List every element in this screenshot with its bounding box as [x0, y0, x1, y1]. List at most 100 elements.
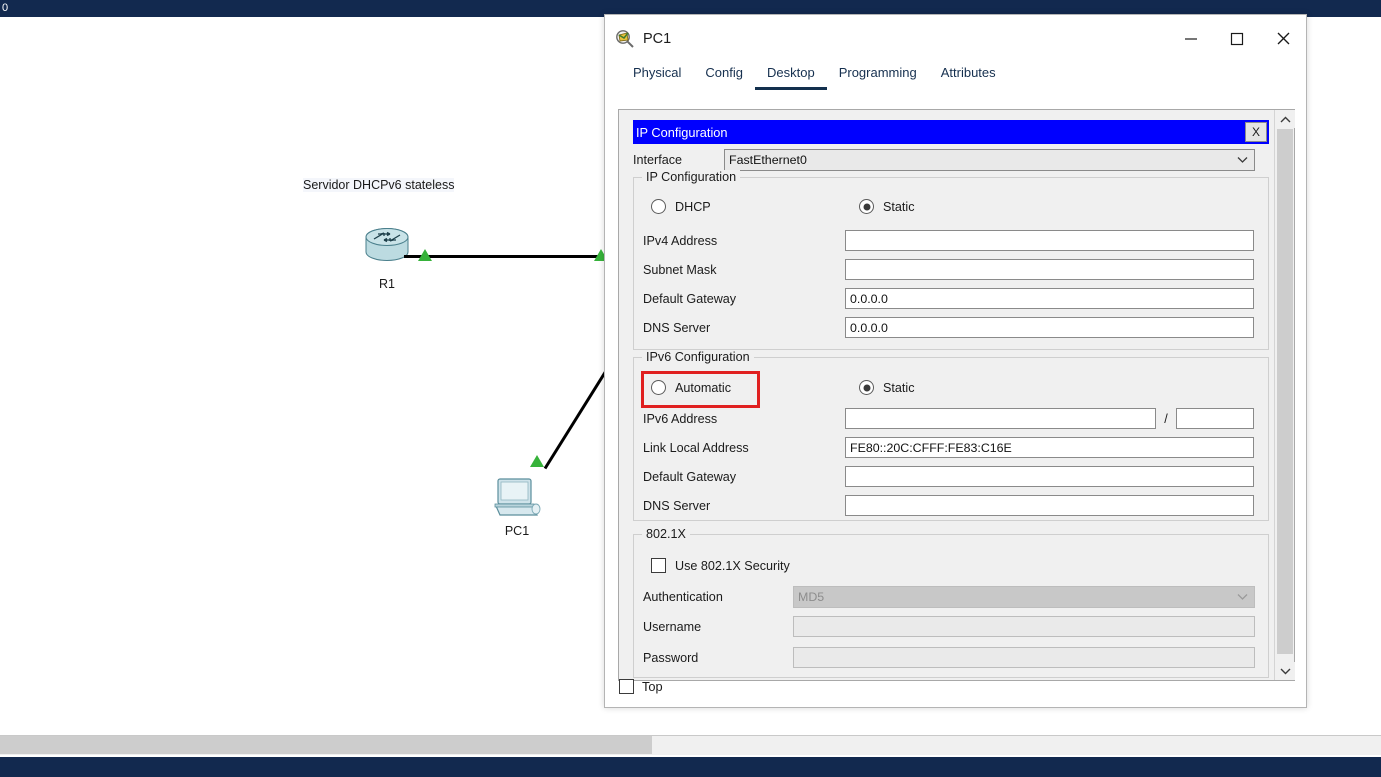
ip-configuration-header: IP Configuration X: [633, 120, 1269, 144]
tab-desktop[interactable]: Desktop: [755, 65, 827, 90]
tab-programming[interactable]: Programming: [827, 65, 929, 90]
authentication-select[interactable]: MD5: [793, 586, 1255, 608]
ip-configuration-close-button[interactable]: X: [1245, 122, 1267, 142]
interface-label: Interface: [633, 153, 683, 167]
app-vertical-scrollbar[interactable]: [1274, 110, 1295, 680]
dot1x-group-title: 802.1X: [642, 527, 690, 541]
ipv6-gateway-input[interactable]: [845, 466, 1254, 487]
pc-icon[interactable]: [494, 477, 542, 522]
ip-configuration-header-title: IP Configuration: [636, 124, 728, 140]
subnet-mask-row: Subnet Mask: [643, 259, 1254, 280]
ipv4-dhcp-radio-control[interactable]: [651, 199, 666, 214]
ipv4-static-label: Static: [883, 199, 915, 214]
ipv4-dhcp-radio[interactable]: DHCP: [651, 199, 711, 214]
authentication-row: Authentication MD5: [643, 586, 1255, 608]
screen: 0 Servidor DHCPv6 stateless R1 PC1 PC1 P…: [0, 0, 1381, 777]
ipv6-address-row: IPv6 Address /: [643, 408, 1254, 429]
device-window[interactable]: PC1 Physical Config Desktop Programming …: [604, 14, 1307, 708]
tab-config[interactable]: Config: [693, 65, 755, 90]
username-label: Username: [643, 619, 702, 634]
close-button[interactable]: [1260, 15, 1306, 62]
app-vertical-scrollbar-thumb[interactable]: [1277, 129, 1293, 654]
use-dot1x-security-checkbox-control[interactable]: [651, 558, 666, 573]
chevron-up-icon: [1280, 116, 1290, 122]
tab-physical[interactable]: Physical: [621, 65, 693, 90]
top-checkbox-label: Top: [642, 679, 663, 694]
ipv4-gateway-label: Default Gateway: [643, 291, 737, 306]
ipv6-dns-label: DNS Server: [643, 498, 711, 513]
canvas-horizontal-scrollbar-thumb[interactable]: [0, 736, 652, 754]
router-icon[interactable]: [364, 226, 410, 266]
ipv4-static-radio[interactable]: Static: [859, 199, 915, 214]
link-status-indicator-pc1: [530, 455, 544, 467]
username-input[interactable]: [793, 616, 1255, 637]
maximize-button[interactable]: [1214, 15, 1260, 62]
username-row: Username: [643, 616, 1255, 637]
link-local-address-row: Link Local Address FE80::20C:CFFF:FE83:C…: [643, 437, 1254, 458]
scroll-up-button[interactable]: [1275, 110, 1295, 128]
chevron-down-icon: [1280, 668, 1290, 674]
device-label-r1: R1: [379, 277, 395, 291]
window-controls: [1168, 15, 1306, 62]
ipv4-dns-row: DNS Server 0.0.0.0: [643, 317, 1254, 338]
subnet-mask-label: Subnet Mask: [643, 262, 717, 277]
topology-annotation-label: Servidor DHCPv6 stateless: [303, 178, 455, 192]
link-status-indicator-r1: [418, 249, 432, 261]
ipv4-group-title: IP Configuration: [642, 170, 741, 184]
ipv6-group-title: IPv6 Configuration: [642, 350, 754, 364]
ipv6-static-radio-control[interactable]: [859, 380, 874, 395]
device-label-pc1: PC1: [504, 524, 530, 538]
desktop-top-bar-text: 0: [2, 2, 9, 14]
ipv4-address-label: IPv4 Address: [643, 233, 718, 248]
ipv4-gateway-row: Default Gateway 0.0.0.0: [643, 288, 1254, 309]
inspect-magnifier-icon: [616, 29, 634, 48]
link-local-address-input[interactable]: FE80::20C:CFFF:FE83:C16E: [845, 437, 1254, 458]
ipv6-static-radio[interactable]: Static: [859, 380, 915, 395]
ipv6-gateway-label: Default Gateway: [643, 469, 737, 484]
window-title-bar[interactable]: PC1: [605, 15, 1306, 62]
ipv6-prefix-input[interactable]: [1176, 408, 1254, 429]
password-row: Password: [643, 647, 1255, 668]
ip-configuration-app: IP Configuration X Interface FastEtherne…: [619, 110, 1275, 680]
password-input[interactable]: [793, 647, 1255, 668]
interface-row: Interface FastEthernet0: [633, 149, 1255, 171]
ipv6-automatic-label: Automatic: [675, 380, 731, 395]
ipv6-dns-row: DNS Server: [643, 495, 1254, 516]
link-r1-to-edge[interactable]: [404, 255, 612, 258]
top-checkbox-control[interactable]: [619, 679, 634, 694]
window-title-text: PC1: [643, 30, 672, 47]
ipv6-automatic-radio[interactable]: Automatic: [651, 380, 731, 395]
ipv6-gateway-row: Default Gateway: [643, 466, 1254, 487]
ipv4-dhcp-label: DHCP: [675, 199, 711, 214]
minimize-button[interactable]: [1168, 15, 1214, 62]
ipv6-prefix-separator: /: [1164, 411, 1168, 426]
top-checkbox[interactable]: Top: [619, 679, 663, 694]
close-icon: [1277, 32, 1289, 45]
scroll-down-button[interactable]: [1275, 662, 1295, 680]
ipv4-address-row: IPv4 Address: [643, 230, 1254, 251]
link-local-address-label: Link Local Address: [643, 440, 749, 455]
ipv6-address-input[interactable]: [845, 408, 1156, 429]
minimize-icon: [1185, 37, 1197, 40]
ipv6-address-label: IPv6 Address: [643, 411, 718, 426]
chevron-down-icon: [1237, 157, 1248, 163]
maximize-icon: [1230, 32, 1244, 45]
ipv4-dns-input[interactable]: 0.0.0.0: [845, 317, 1254, 338]
ipv6-static-label: Static: [883, 380, 915, 395]
password-label: Password: [643, 650, 699, 665]
ipv4-static-radio-control[interactable]: [859, 199, 874, 214]
ipv4-address-input[interactable]: [845, 230, 1254, 251]
interface-select[interactable]: FastEthernet0: [724, 149, 1255, 171]
interface-select-value: FastEthernet0: [729, 153, 807, 167]
ipv4-dns-label: DNS Server: [643, 320, 711, 335]
subnet-mask-input[interactable]: [845, 259, 1254, 280]
ipv6-automatic-radio-control[interactable]: [651, 380, 666, 395]
desktop-app-panel: IP Configuration X Interface FastEtherne…: [618, 109, 1295, 681]
device-tabs: Physical Config Desktop Programming Attr…: [605, 62, 1306, 90]
ipv4-gateway-input[interactable]: 0.0.0.0: [845, 288, 1254, 309]
use-dot1x-security-label: Use 802.1X Security: [675, 558, 790, 573]
tab-attributes[interactable]: Attributes: [929, 65, 1008, 90]
use-dot1x-security-checkbox[interactable]: Use 802.1X Security: [651, 558, 790, 573]
ipv6-dns-input[interactable]: [845, 495, 1254, 516]
authentication-label: Authentication: [643, 590, 723, 604]
